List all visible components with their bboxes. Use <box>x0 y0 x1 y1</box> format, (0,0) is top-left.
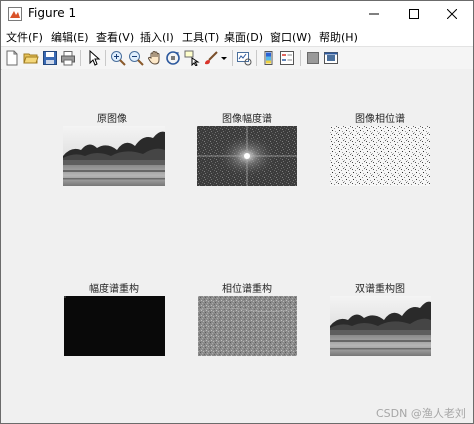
title-bar[interactable]: Figure 1 <box>1 1 473 27</box>
close-icon <box>447 9 457 19</box>
magnitude-reconstruction-image <box>64 296 165 356</box>
csdn-watermark: CSDN @渔人老刘 <box>376 407 466 420</box>
colorbar-icon[interactable] <box>261 50 277 66</box>
menu-tools[interactable]: 工具(T) <box>182 29 219 45</box>
toolbar-separator <box>256 50 257 66</box>
plot-title-phase-recon: 相位谱重构 <box>222 284 272 295</box>
plot-title-phase: 图像相位谱 <box>355 114 405 125</box>
figure-canvas: 原图像 图像幅度谱 图像相位谱 幅度谱重构 相位谱重构 双谱重构图 <box>2 69 473 423</box>
pointer-icon[interactable] <box>86 50 102 66</box>
dropdown-arrow-icon[interactable] <box>220 50 228 66</box>
print-icon[interactable] <box>60 50 76 66</box>
plot-title-magnitude-recon: 幅度谱重构 <box>89 284 139 295</box>
brush-icon[interactable] <box>203 50 219 66</box>
figure-toolbar <box>1 46 473 70</box>
menu-window[interactable]: 窗口(W) <box>270 29 311 45</box>
rotate-3d-icon[interactable] <box>165 50 181 66</box>
matlab-figure-icon <box>8 7 22 21</box>
link-plot-icon[interactable] <box>236 50 252 66</box>
phase-reconstruction-image <box>198 296 297 356</box>
magnitude-spectrum-image <box>197 126 297 186</box>
menu-insert[interactable]: 插入(I) <box>140 29 174 45</box>
menu-view[interactable]: 查看(V) <box>96 29 134 45</box>
open-folder-icon[interactable] <box>23 50 39 66</box>
legend-icon[interactable] <box>279 50 295 66</box>
data-cursor-icon[interactable] <box>184 50 200 66</box>
plot-title-original: 原图像 <box>97 114 127 125</box>
new-figure-icon[interactable] <box>4 50 20 66</box>
show-plot-tools-icon[interactable] <box>323 50 339 66</box>
window-title: Figure 1 <box>28 6 77 20</box>
maximize-icon <box>409 9 419 19</box>
minimize-icon <box>369 13 379 15</box>
menu-edit[interactable]: 编辑(E) <box>51 29 89 45</box>
zoom-in-icon[interactable] <box>110 50 126 66</box>
plot-title-dual-recon: 双谱重构图 <box>355 284 405 295</box>
figure-window: Figure 1 文件(F) 编辑(E) 查看(V) 插入(I) 工具(T) 桌… <box>0 0 474 424</box>
original-image <box>63 126 165 186</box>
zoom-out-icon[interactable] <box>128 50 144 66</box>
toolbar-separator <box>232 50 233 66</box>
dual-reconstruction-image <box>330 296 431 356</box>
save-icon[interactable] <box>42 50 58 66</box>
phase-spectrum-image <box>330 126 430 186</box>
toolbar-separator <box>300 50 301 66</box>
pan-hand-icon[interactable] <box>147 50 163 66</box>
toolbar-separator <box>105 50 106 66</box>
menu-bar: 文件(F) 编辑(E) 查看(V) 插入(I) 工具(T) 桌面(D) 窗口(W… <box>1 27 473 46</box>
plot-title-magnitude: 图像幅度谱 <box>222 114 272 125</box>
menu-help[interactable]: 帮助(H) <box>319 29 358 45</box>
close-button[interactable] <box>429 1 474 27</box>
menu-file[interactable]: 文件(F) <box>6 29 43 45</box>
hide-plot-tools-icon[interactable] <box>305 50 321 66</box>
menu-desktop[interactable]: 桌面(D) <box>224 29 263 45</box>
toolbar-separator <box>80 50 81 66</box>
